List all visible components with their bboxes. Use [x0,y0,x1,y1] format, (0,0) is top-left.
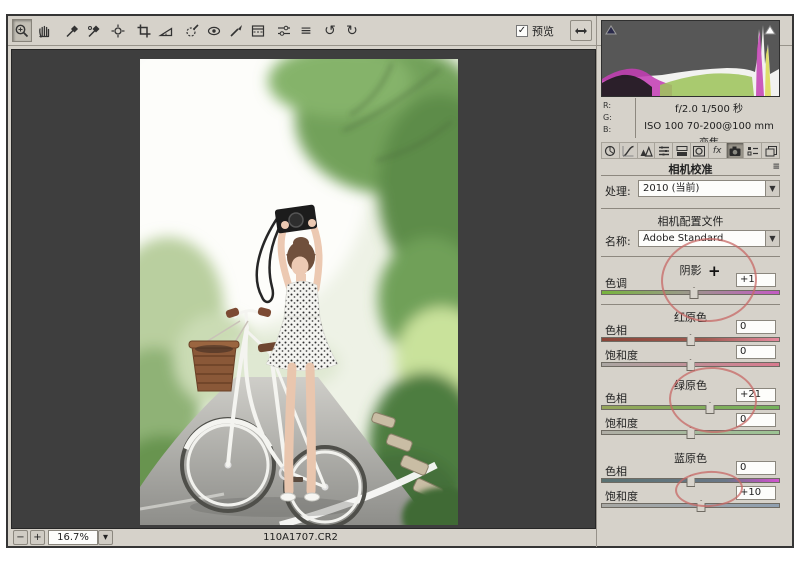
hand-tool-icon[interactable] [34,19,54,42]
tab-tone-curve[interactable] [620,142,638,159]
b-value-label: B: [603,124,629,136]
image-canvas[interactable] [11,49,596,529]
rotate-right-icon[interactable]: ↻ [342,19,362,42]
process-select[interactable]: 2010 (当前) ▼ [638,180,780,197]
histogram [601,20,780,97]
shadow-tint-label: 色调 [605,275,627,291]
green-saturation-slider-thumb[interactable] [686,427,695,439]
tab-lens-corrections[interactable] [691,142,709,159]
white-balance-tool-icon[interactable] [62,19,82,42]
zoom-tool-icon[interactable] [12,19,32,42]
exif-info: R: G: B: f/2.0 1/500 秒 ISO 100 70-200@10… [601,98,780,140]
exposure-info: f/2.0 1/500 秒 [639,101,779,118]
red-saturation-value[interactable]: 0 [736,345,776,359]
preview-toggle[interactable]: ✓ 预览 [516,23,554,39]
green-saturation-slider[interactable] [601,430,780,435]
fullscreen-toggle-icon[interactable] [570,20,592,41]
red-eye-removal-tool-icon[interactable] [204,19,224,42]
tab-basic[interactable] [601,142,620,159]
spot-removal-tool-icon[interactable] [182,19,202,42]
color-sampler-tool-icon[interactable] [84,19,104,42]
blue-hue-slider[interactable] [601,478,780,483]
crop-tool-icon[interactable] [134,19,154,42]
red-hue-slider-thumb[interactable] [686,334,695,346]
profile-name-dropdown-icon[interactable]: ▼ [765,231,779,246]
preview-label: 预览 [532,23,554,39]
green-hue-label: 色相 [605,390,627,406]
rotate-left-icon[interactable]: ↺ [320,19,340,42]
blue-saturation-label: 饱和度 [605,488,638,504]
blue-saturation-value[interactable]: +10 [736,486,776,500]
red-saturation-slider-thumb[interactable] [686,359,695,371]
process-label: 处理: [605,183,631,199]
preferences-icon[interactable] [274,19,294,42]
g-value-label: G: [603,112,629,124]
tab-camera-calibration[interactable] [727,142,745,159]
red-hue-value[interactable]: 0 [736,320,776,334]
menu-icon[interactable]: ≡ [296,19,316,42]
panel-tabs: fx [601,142,780,159]
panel-divider [596,16,597,547]
camera-raw-dialog: ≡ ↺ ↻ ✓ 预览 [0,0,800,562]
tab-effects[interactable]: fx [709,142,727,159]
targeted-adjustment-tool-icon[interactable] [108,19,128,42]
blue-hue-slider-thumb[interactable] [686,475,695,487]
panel-menu-icon[interactable]: ≡ [772,162,780,172]
shadow-tint-slider-thumb[interactable] [690,287,699,299]
red-saturation-slider[interactable] [601,362,780,367]
profile-name-select[interactable]: Adobe Standard ▼ [638,230,780,247]
green-saturation-label: 饱和度 [605,415,638,431]
straighten-tool-icon[interactable] [156,19,176,42]
adjustment-brush-tool-icon[interactable] [226,19,246,42]
camera-profile-heading: 相机配置文件 [601,213,780,229]
adjustments-panel: R: G: B: f/2.0 1/500 秒 ISO 100 70-200@10… [598,16,794,547]
process-dropdown-icon[interactable]: ▼ [765,181,779,196]
tab-hsl-grayscale[interactable] [655,142,673,159]
blue-hue-value[interactable]: 0 [736,461,776,475]
red-hue-slider[interactable] [601,337,780,342]
green-hue-slider-thumb[interactable] [705,402,714,414]
blue-hue-label: 色相 [605,463,627,479]
green-saturation-value[interactable]: 0 [736,413,776,427]
tab-presets[interactable] [744,142,762,159]
filename-label: 110A1707.CR2 [8,532,593,543]
profile-name-label: 名称: [605,233,631,249]
red-hue-label: 色相 [605,322,627,338]
photo-preview [140,59,458,525]
red-saturation-label: 饱和度 [605,347,638,363]
shadow-tint-value[interactable]: +1 [736,273,776,287]
tab-snapshots[interactable] [762,142,780,159]
tab-split-toning[interactable] [673,142,691,159]
green-hue-value[interactable]: +21 [736,388,776,402]
graduated-filter-tool-icon[interactable] [248,19,268,42]
tab-detail[interactable] [638,142,656,159]
preview-checkbox[interactable]: ✓ [516,25,528,37]
green-hue-slider[interactable] [601,405,780,410]
panel-title: 相机校准 ≡ [601,161,780,176]
camera-raw-window: ≡ ↺ ↻ ✓ 预览 [6,14,794,548]
status-bar: − + 16.7% ▾ 110A1707.CR2 [8,530,596,548]
shadow-tint-slider[interactable] [601,290,780,295]
r-value-label: R: [603,100,629,112]
blue-saturation-slider[interactable] [601,503,780,508]
blue-saturation-slider-thumb[interactable] [697,500,706,512]
